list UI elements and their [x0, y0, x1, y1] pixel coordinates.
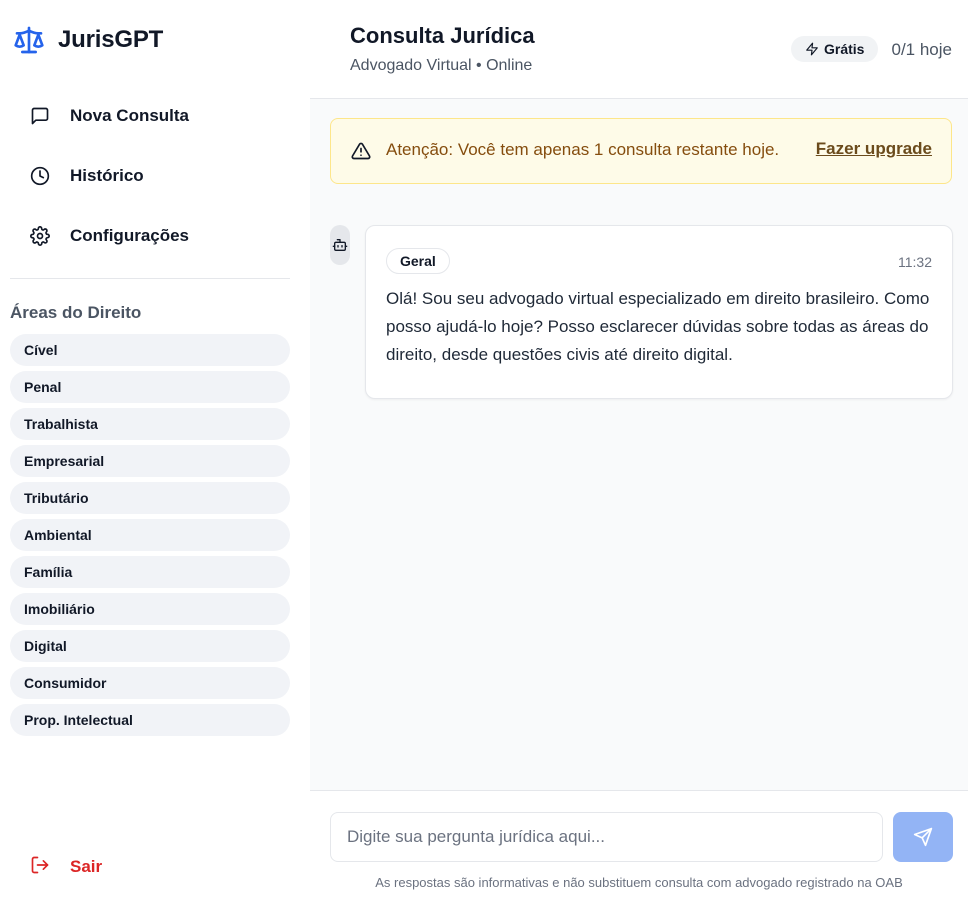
- brand-name: JurisGPT: [58, 26, 164, 53]
- nav-item-historico[interactable]: Histórico: [10, 146, 290, 206]
- logout-icon: [30, 855, 50, 880]
- plan-badge: Grátis: [791, 36, 879, 62]
- nav-item-label: Histórico: [70, 166, 144, 185]
- logout-button[interactable]: Sair: [10, 848, 102, 886]
- upgrade-link[interactable]: Fazer upgrade: [816, 139, 932, 159]
- page-subtitle: Advogado Virtual • Online: [350, 57, 533, 74]
- bot-message: Geral 11:32 Olá! Sou seu advogado virtua…: [365, 225, 953, 399]
- disclaimer: As respostas são informativas e não subs…: [375, 875, 903, 890]
- area-item-consumidor[interactable]: Consumidor: [10, 667, 290, 699]
- lightning-icon: [805, 42, 819, 56]
- usage-counter: 0/1 hoje: [891, 40, 953, 59]
- sidebar-divider: [10, 278, 290, 279]
- message-text: Olá! Sou seu advogado virtual especializ…: [386, 289, 930, 364]
- area-item-familia[interactable]: Família: [10, 556, 290, 588]
- main-area: Consulta Jurídica Advogado Virtual • Onl…: [310, 0, 968, 902]
- area-item-civel[interactable]: Cível: [10, 334, 290, 366]
- areas-list: Cível Penal Trabalhista Empresarial Trib…: [10, 334, 290, 741]
- send-button[interactable]: [893, 812, 953, 862]
- sidebar: JurisGPT Nova Consulta Histórico Configu…: [0, 0, 310, 902]
- message-area-tag: Geral: [386, 248, 450, 274]
- areas-title: Áreas do Direito: [10, 303, 142, 322]
- brand[interactable]: JurisGPT: [10, 22, 163, 58]
- gear-icon: [30, 226, 50, 246]
- nav-item-label: Nova Consulta: [70, 106, 190, 125]
- bot-avatar: [330, 225, 350, 265]
- warning-triangle-icon: [351, 141, 371, 161]
- clock-icon: [30, 166, 50, 186]
- main-nav: Nova Consulta Histórico Configurações: [10, 86, 290, 266]
- question-input[interactable]: [330, 812, 883, 862]
- chat-header: Consulta Jurídica Advogado Virtual • Onl…: [310, 0, 968, 99]
- area-item-tributario[interactable]: Tributário: [10, 482, 290, 514]
- area-item-penal[interactable]: Penal: [10, 371, 290, 403]
- message-square-icon: [30, 106, 50, 126]
- area-item-prop-intelectual[interactable]: Prop. Intelectual: [10, 704, 290, 736]
- composer: As respostas são informativas e não subs…: [310, 790, 968, 902]
- bot-icon: [332, 237, 348, 253]
- nav-item-nova-consulta[interactable]: Nova Consulta: [10, 86, 290, 146]
- limit-warning-banner: Atenção: Você tem apenas 1 consulta rest…: [330, 118, 952, 184]
- area-item-ambiental[interactable]: Ambiental: [10, 519, 290, 551]
- area-item-imobiliario[interactable]: Imobiliário: [10, 593, 290, 625]
- plan-label: Grátis: [824, 41, 865, 57]
- message-time: 11:32: [898, 254, 932, 270]
- area-item-digital[interactable]: Digital: [10, 630, 290, 662]
- send-icon: [913, 827, 933, 847]
- nav-item-configuracoes[interactable]: Configurações: [10, 206, 290, 266]
- page-title: Consulta Jurídica: [350, 23, 535, 48]
- area-item-trabalhista[interactable]: Trabalhista: [10, 408, 290, 440]
- nav-item-label: Configurações: [70, 226, 190, 245]
- scale-icon: [10, 23, 48, 57]
- area-item-empresarial[interactable]: Empresarial: [10, 445, 290, 477]
- warning-message: Atenção: Você tem apenas 1 consulta rest…: [386, 140, 780, 159]
- logout-label: Sair: [70, 857, 103, 876]
